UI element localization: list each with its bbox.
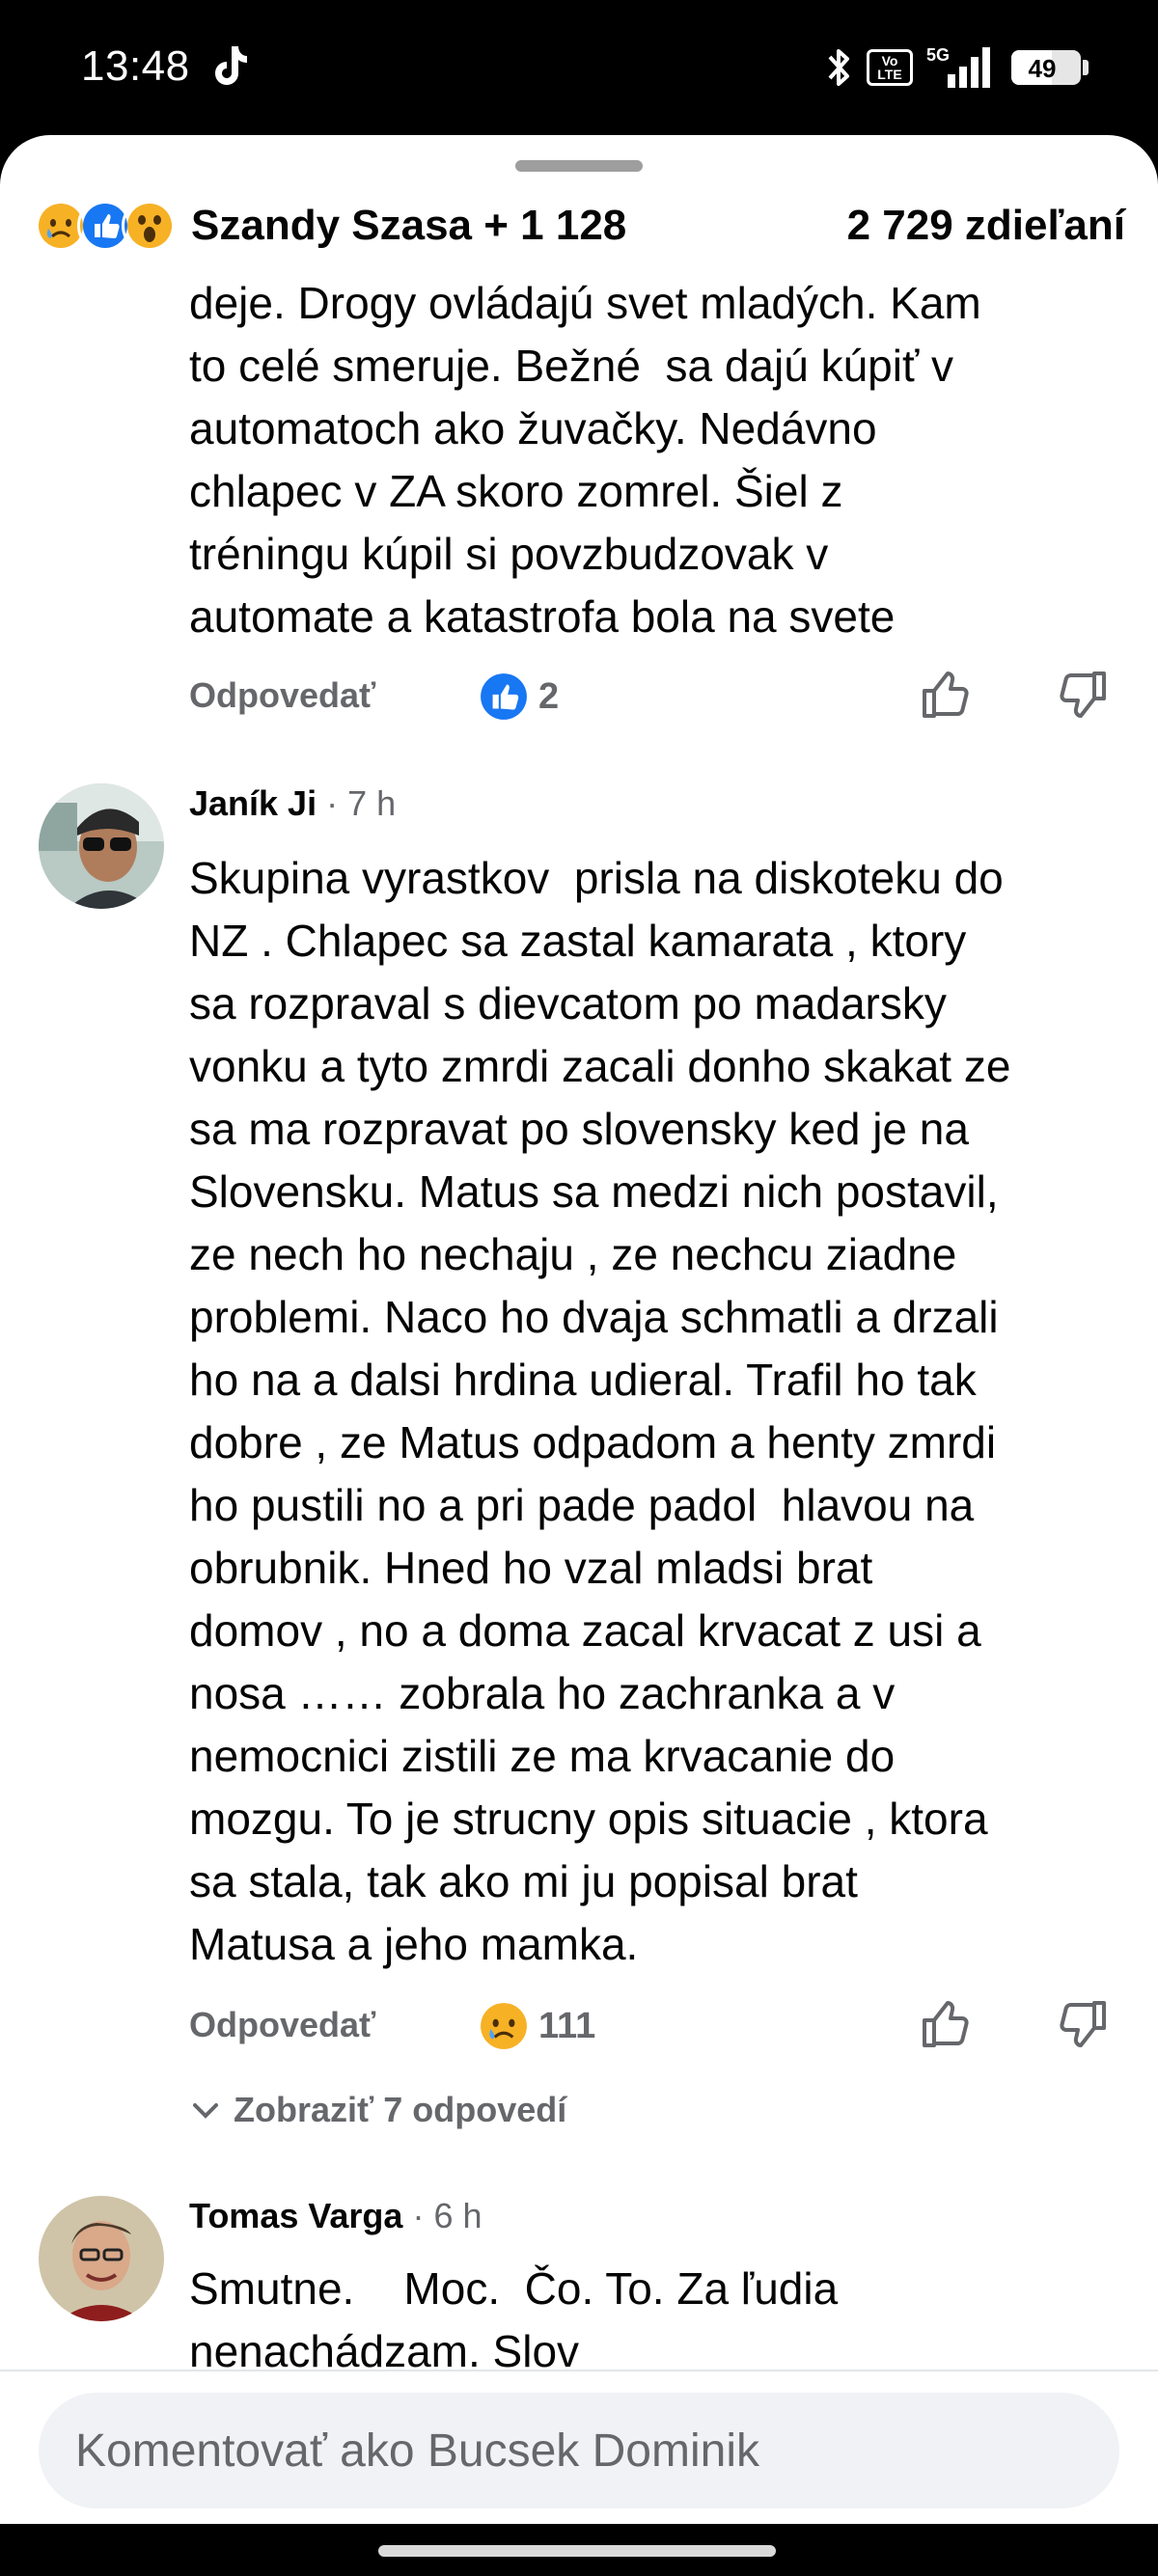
author-name[interactable]: Janík Ji bbox=[189, 783, 317, 823]
reaction-count[interactable]: 111 bbox=[479, 2001, 595, 2051]
status-bar: 13:48 Vo LTE 5G 49 bbox=[0, 0, 1158, 135]
home-gesture-indicator[interactable] bbox=[378, 2545, 776, 2557]
avatar[interactable] bbox=[39, 783, 164, 909]
thumbs-up-icon[interactable] bbox=[919, 1997, 973, 2051]
bluetooth-icon bbox=[828, 49, 849, 86]
author-name[interactable]: Tomas Varga bbox=[189, 2196, 402, 2235]
reaction-count[interactable]: 2 bbox=[479, 671, 559, 722]
volte-icon: Vo LTE bbox=[867, 49, 913, 86]
sad-reaction-icon bbox=[481, 2003, 527, 2049]
comment-input-placeholder: Komentovať ako Bucsek Dominik bbox=[75, 2425, 759, 2477]
reactors-text: Szandy Szasa + 1 128 bbox=[191, 202, 627, 249]
comment-time: · 6 h bbox=[412, 2196, 482, 2235]
comment-time: · 7 h bbox=[326, 783, 397, 823]
thumbs-down-icon[interactable] bbox=[1056, 1997, 1110, 2051]
comment-input[interactable]: Komentovať ako Bucsek Dominik bbox=[39, 2393, 1119, 2508]
sheet-drag-handle[interactable] bbox=[515, 160, 643, 172]
comment-text: Skupina vyrastkov prisla na diskoteku do… bbox=[189, 853, 1011, 1969]
thumbs-up-icon[interactable] bbox=[919, 668, 973, 722]
view-replies-label: Zobraziť 7 odpovedí bbox=[234, 2090, 567, 2129]
comment-author[interactable]: Tomas Varga · 6 h bbox=[189, 2196, 482, 2236]
status-time: 13:48 bbox=[81, 42, 190, 90]
tiktok-icon bbox=[215, 46, 247, 85]
thumbs-down-icon[interactable] bbox=[1056, 668, 1110, 722]
avatar[interactable] bbox=[39, 2196, 164, 2321]
reaction-count-value: 111 bbox=[538, 2005, 596, 2046]
comment-text: Smutne. Moc. Čo. To. Za ľudia nenachádza… bbox=[189, 2263, 839, 2376]
reactions-summary[interactable]: Szandy Szasa + 1 128 2 729 zdieľaní bbox=[33, 195, 1125, 257]
comment-actions: Odpovedať 2 bbox=[189, 668, 1125, 726]
battery-level: 49 bbox=[1028, 54, 1057, 83]
reply-button[interactable]: Odpovedať bbox=[189, 2005, 375, 2045]
like-reaction-icon bbox=[481, 673, 527, 720]
comment-author[interactable]: Janík Ji · 7 h bbox=[189, 783, 396, 824]
battery-icon: 49 bbox=[1011, 50, 1089, 85]
chevron-down-icon bbox=[193, 2103, 218, 2119]
comments-sheet: Szandy Szasa + 1 128 2 729 zdieľaní deje… bbox=[0, 135, 1158, 2576]
view-replies-button[interactable]: Zobraziť 7 odpovedí bbox=[189, 2090, 566, 2130]
reaction-icons bbox=[33, 198, 178, 254]
comment-actions: Odpovedať 111 bbox=[189, 1997, 1125, 2055]
wow-reaction-icon bbox=[122, 198, 178, 254]
reaction-count-value: 2 bbox=[538, 675, 560, 717]
comment-text: deje. Drogy ovládajú svet mladých. Kam t… bbox=[189, 278, 981, 642]
reply-button[interactable]: Odpovedať bbox=[189, 675, 375, 716]
shares-count[interactable]: 2 729 zdieľaní bbox=[847, 202, 1125, 250]
status-icons: Vo LTE 5G 49 bbox=[826, 42, 1089, 93]
signal-icon: 5G bbox=[926, 45, 998, 90]
